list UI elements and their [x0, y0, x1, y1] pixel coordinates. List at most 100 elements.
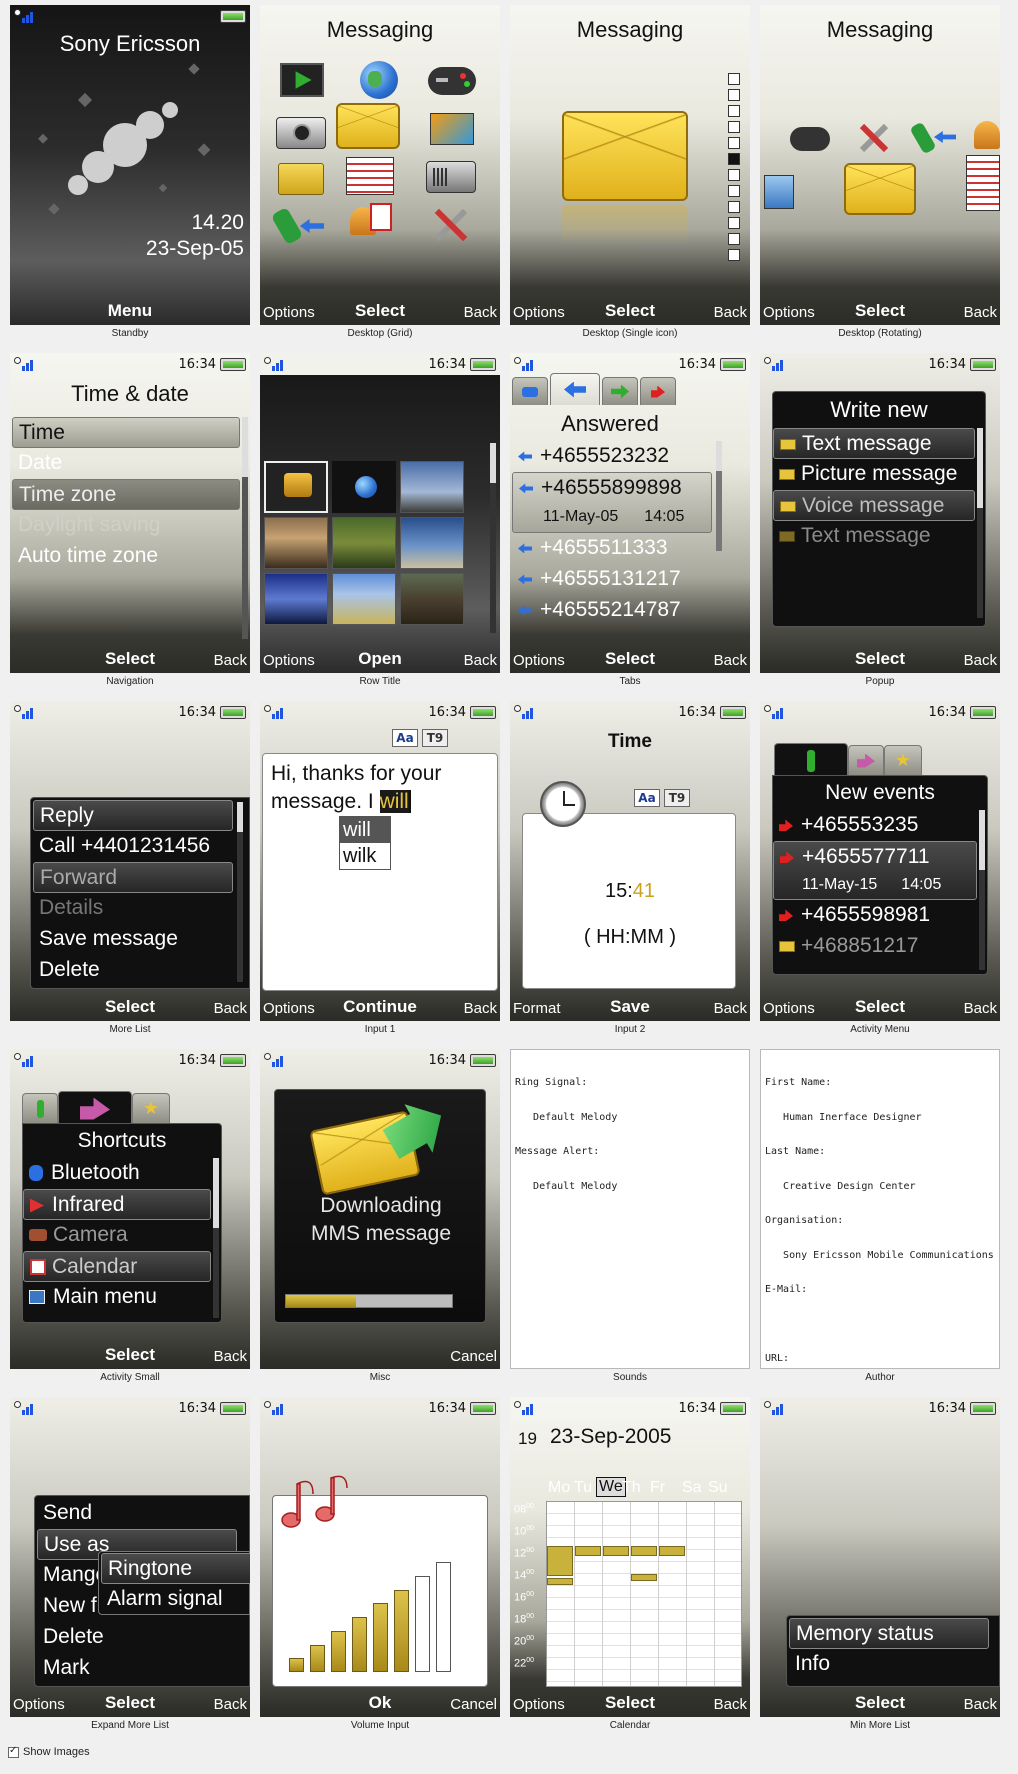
popup-item-picture-message[interactable]: Picture message: [773, 459, 975, 490]
menu-item-time-zone[interactable]: Time zone: [12, 479, 240, 510]
menu-item-date[interactable]: Date: [12, 448, 240, 479]
back-softkey[interactable]: Back: [964, 1696, 997, 1713]
image-thumbnail[interactable]: [400, 461, 464, 513]
media-player-icon[interactable]: [280, 63, 324, 97]
calls-phone-icon[interactable]: [909, 121, 958, 155]
more-item-reply[interactable]: Reply: [33, 800, 233, 831]
menu-softkey[interactable]: Menu: [10, 301, 250, 321]
calls-phone-icon[interactable]: [270, 206, 326, 246]
time-input-field[interactable]: 15:41 ( HH:MM ): [522, 813, 736, 989]
volume-level-bars[interactable]: [289, 1562, 459, 1672]
more-item-forward[interactable]: Forward: [33, 862, 233, 893]
back-softkey[interactable]: Back: [964, 1000, 997, 1017]
call-list-item[interactable]: +4655523232: [512, 441, 712, 472]
organizer-icon[interactable]: [346, 157, 394, 195]
week-grid[interactable]: [546, 1501, 742, 1687]
input-mode-t9[interactable]: T9: [664, 789, 690, 807]
tab-all-calls[interactable]: [512, 377, 548, 405]
camera-album-icon[interactable]: [264, 461, 328, 513]
call-list-item-selected[interactable]: +46555899898 11-May-05 14:05: [512, 472, 712, 533]
input-mode-abc[interactable]: Aa: [634, 789, 660, 807]
internet-globe-icon[interactable]: [360, 61, 398, 99]
t9-suggestion[interactable]: wilk: [340, 843, 390, 869]
more-item-mark[interactable]: Mark: [37, 1653, 237, 1684]
scrollbar[interactable]: [977, 428, 983, 618]
more-item-delete[interactable]: Delete: [37, 1622, 237, 1653]
messaging-envelope-icon[interactable]: [336, 103, 400, 149]
call-list-item[interactable]: +4655511333: [512, 533, 712, 564]
shortcut-main-menu[interactable]: Main menu: [23, 1282, 211, 1313]
calendar-event[interactable]: [631, 1546, 657, 1556]
call-list-item[interactable]: +46555214787: [512, 595, 712, 626]
tab-running-apps[interactable]: [848, 745, 884, 775]
back-softkey[interactable]: Back: [214, 652, 247, 669]
radio-icon[interactable]: [426, 161, 476, 193]
cancel-softkey[interactable]: Cancel: [450, 1348, 497, 1365]
camera-icon[interactable]: [276, 117, 326, 149]
submenu-item-ringtone[interactable]: Ringtone: [101, 1553, 250, 1584]
day-label[interactable]: Fr: [650, 1479, 665, 1497]
event-item-selected[interactable]: +4655577711 11-May-15 14:05: [773, 841, 977, 900]
scrollbar[interactable]: [979, 810, 985, 970]
back-softkey[interactable]: Back: [714, 1000, 747, 1017]
popup-item-text-message[interactable]: Text message: [773, 428, 975, 459]
calendar-event[interactable]: [631, 1574, 657, 1581]
tab-shortcuts[interactable]: ★: [884, 745, 922, 775]
tab-running-apps[interactable]: [58, 1091, 132, 1125]
show-images-toggle[interactable]: Show Images: [8, 1745, 90, 1758]
popup-item-voice-message[interactable]: Voice message: [773, 490, 975, 521]
back-softkey[interactable]: Back: [464, 652, 497, 669]
tab-answered[interactable]: [550, 373, 600, 405]
day-label[interactable]: Mo: [548, 1479, 570, 1497]
media-icon[interactable]: [430, 113, 474, 145]
image-thumbnail[interactable]: [264, 573, 328, 625]
shortcut-calendar[interactable]: Calendar: [23, 1251, 211, 1282]
tab-missed[interactable]: [640, 377, 676, 405]
messaging-envelope-icon[interactable]: [562, 111, 688, 201]
globe-album-icon[interactable]: [332, 461, 396, 513]
input-mode-t9[interactable]: T9: [422, 729, 448, 747]
image-thumbnail[interactable]: [332, 517, 396, 569]
day-label[interactable]: Su: [708, 1479, 728, 1497]
back-softkey[interactable]: Back: [214, 1348, 247, 1365]
menu-item-daylight-saving[interactable]: Daylight saving: [12, 510, 240, 541]
day-label[interactable]: Th: [622, 1479, 641, 1497]
shortcut-bluetooth[interactable]: Bluetooth: [23, 1158, 211, 1189]
event-item[interactable]: +465553235: [773, 810, 977, 841]
settings-tools-icon[interactable]: [430, 205, 472, 245]
event-item[interactable]: +468851217: [773, 931, 977, 962]
more-item-memory-status[interactable]: Memory status: [789, 1618, 989, 1649]
calendar-event[interactable]: [547, 1578, 573, 1585]
shortcut-camera[interactable]: Camera: [23, 1220, 211, 1251]
calendar-event[interactable]: [659, 1546, 685, 1556]
cancel-softkey[interactable]: Cancel: [450, 1696, 497, 1713]
tab-dialled[interactable]: [602, 377, 638, 405]
popup-item-text-message-2[interactable]: Text message: [773, 521, 975, 552]
back-softkey[interactable]: Back: [714, 1696, 747, 1713]
day-label[interactable]: Sa: [682, 1479, 702, 1497]
tab-new-events[interactable]: [774, 743, 848, 777]
back-softkey[interactable]: Back: [964, 304, 997, 321]
back-softkey[interactable]: Back: [714, 652, 747, 669]
t9-suggestion[interactable]: will: [340, 817, 390, 843]
back-softkey[interactable]: Back: [214, 1696, 247, 1713]
calendar-event[interactable]: [575, 1546, 601, 1556]
submenu-item-alarm-signal[interactable]: Alarm signal: [101, 1584, 250, 1615]
image-thumbnail[interactable]: [400, 517, 464, 569]
more-item-info[interactable]: Info: [789, 1649, 989, 1680]
calendar-event[interactable]: [547, 1546, 573, 1576]
more-item-save-message[interactable]: Save message: [33, 924, 233, 955]
back-softkey[interactable]: Back: [714, 304, 747, 321]
tab-new-events[interactable]: [22, 1093, 58, 1123]
image-thumbnail[interactable]: [264, 517, 328, 569]
alarms-bell-icon[interactable]: [974, 121, 1000, 149]
image-thumbnail[interactable]: [400, 573, 464, 625]
more-item-send[interactable]: Send: [37, 1498, 237, 1529]
image-thumbnail[interactable]: [332, 573, 396, 625]
settings-tools-icon[interactable]: [856, 121, 892, 155]
back-softkey[interactable]: Back: [464, 1000, 497, 1017]
call-list-item[interactable]: +46555131217: [512, 564, 712, 595]
more-item-details[interactable]: Details: [33, 893, 233, 924]
message-text-area[interactable]: Hi, thanks for your message. I will will…: [262, 753, 498, 991]
back-softkey[interactable]: Back: [964, 652, 997, 669]
